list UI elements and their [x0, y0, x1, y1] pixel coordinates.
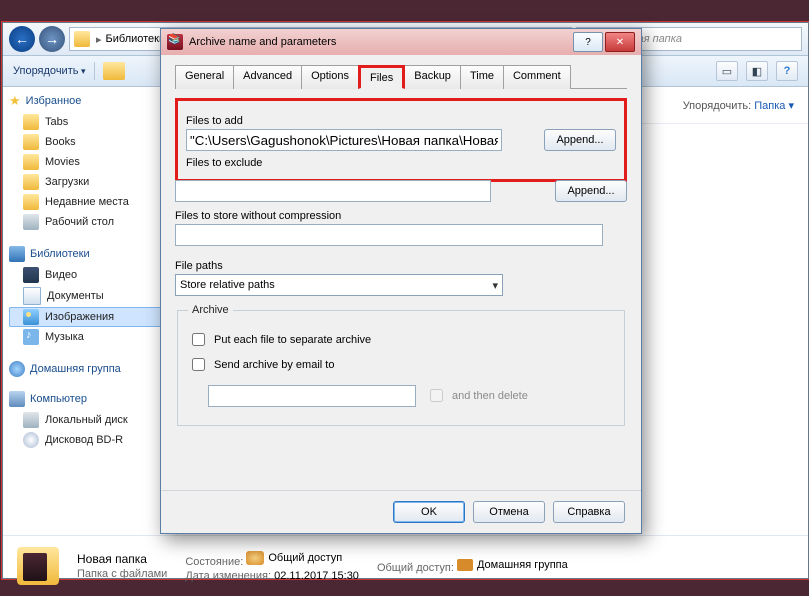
files-to-add-input[interactable] [186, 129, 502, 151]
preview-pane-button[interactable]: ◧ [746, 61, 768, 81]
chk-send-email[interactable]: Send archive by email to [188, 355, 614, 374]
selected-name: Новая папка [77, 552, 167, 566]
drive-icon [23, 412, 39, 428]
crumb-root[interactable]: Библиотеки [104, 33, 168, 45]
sidebar-item-video[interactable]: Видео [9, 265, 176, 285]
dialog-footer: OK Отмена Справка [161, 490, 641, 533]
cancel-button[interactable]: Отмена [473, 501, 545, 523]
status-sharegroup: Домашняя группа [457, 559, 568, 571]
libraries-header[interactable]: Библиотеки [9, 246, 176, 262]
video-icon [23, 267, 39, 283]
status-shared: Общий доступ [246, 551, 342, 565]
view-mode-button[interactable]: ▭ [716, 61, 738, 81]
archive-group: Archive Put each file to separate archiv… [177, 304, 625, 426]
dialog-title: Archive name and parameters [189, 36, 567, 48]
chk-and-delete: and then delete [426, 386, 528, 405]
tab-comment[interactable]: Comment [503, 65, 571, 89]
arrange-dropdown[interactable]: Папка ▾ [754, 100, 794, 112]
library-icon [9, 246, 25, 262]
files-to-add-label: Files to add [186, 115, 616, 127]
arrange-by: Упорядочить: Папка ▾ [683, 99, 794, 112]
file-paths-label: File paths [175, 260, 627, 272]
chk-separate-archive[interactable]: Put each file to separate archive [188, 330, 614, 349]
folder-icon [23, 194, 39, 210]
share-icon [246, 551, 264, 565]
append-files-button[interactable]: Append... [544, 129, 616, 151]
sidebar-item-desktop[interactable]: Рабочий стол [9, 212, 176, 232]
homegroup-icon [457, 559, 473, 571]
tab-general[interactable]: General [175, 65, 234, 89]
desktop-icon [23, 214, 39, 230]
archive-legend: Archive [188, 304, 233, 316]
star-icon: ★ [9, 93, 21, 109]
tab-advanced[interactable]: Advanced [233, 65, 302, 89]
folder-icon [23, 134, 39, 150]
help-button-footer[interactable]: Справка [553, 501, 625, 523]
tab-backup[interactable]: Backup [404, 65, 461, 89]
doc-icon [23, 287, 41, 305]
sidebar-item-bd-drive[interactable]: Дисковод BD-R [9, 430, 176, 450]
files-to-exclude-label: Files to exclude [186, 157, 616, 169]
folder-icon [23, 154, 39, 170]
computer-icon [9, 391, 25, 407]
disc-icon [23, 432, 39, 448]
sidebar-item-tabs[interactable]: Tabs [9, 112, 176, 132]
store-no-compress-label: Files to store without compression [175, 210, 627, 222]
selected-type: Папка с файлами [77, 568, 167, 580]
sidebar-item-local-disk[interactable]: Локальный диск [9, 410, 176, 430]
organize-menu[interactable]: Упорядочить [13, 65, 86, 77]
sidebar-item-books[interactable]: Books [9, 132, 176, 152]
picture-icon [23, 309, 39, 325]
homegroup-header[interactable]: Домашняя группа [9, 361, 176, 377]
tab-files[interactable]: Files [358, 65, 405, 89]
homegroup-icon [9, 361, 25, 377]
help-button[interactable]: ? [573, 32, 603, 52]
archive-dialog: Archive name and parameters ? ✕ General … [160, 28, 642, 534]
status-bar: Новая папка Папка с файлами Состояние Об… [3, 535, 808, 596]
selected-folder-icon [17, 547, 59, 585]
open-button[interactable] [103, 62, 125, 80]
store-no-compress-input[interactable] [175, 224, 603, 246]
ok-button[interactable]: OK [393, 501, 465, 523]
append-exclude-button[interactable]: Append... [555, 180, 627, 202]
music-icon [23, 329, 39, 345]
folder-icon [23, 114, 39, 130]
files-to-add-highlight: Files to add Append... Files to exclude [175, 98, 627, 182]
favorites-header[interactable]: ★Избранное [9, 93, 176, 109]
folder-icon [74, 31, 90, 47]
help-button[interactable]: ? [776, 61, 798, 81]
files-to-exclude-input[interactable] [175, 180, 491, 202]
navigation-pane: ★Избранное Tabs Books Movies Загрузки Не… [3, 87, 177, 535]
tab-time[interactable]: Time [460, 65, 504, 89]
folder-icon [23, 174, 39, 190]
winrar-icon [167, 34, 183, 50]
email-input[interactable] [208, 385, 416, 407]
sidebar-item-downloads[interactable]: Загрузки [9, 172, 176, 192]
dialog-titlebar[interactable]: Archive name and parameters ? ✕ [161, 29, 641, 55]
sidebar-item-pictures[interactable]: Изображения [9, 307, 176, 327]
status-date: 02.11.2017 15:30 [274, 570, 359, 582]
sidebar-item-music[interactable]: Музыка [9, 327, 176, 347]
file-paths-select[interactable]: Store relative paths [175, 274, 503, 296]
computer-header[interactable]: Компьютер [9, 391, 176, 407]
tab-options[interactable]: Options [301, 65, 359, 89]
tabs: General Advanced Options Files Backup Ti… [175, 64, 627, 89]
forward-button[interactable]: → [39, 26, 65, 52]
back-button[interactable]: ← [9, 26, 35, 52]
sidebar-item-movies[interactable]: Movies [9, 152, 176, 172]
close-button[interactable]: ✕ [605, 32, 635, 52]
sidebar-item-recent[interactable]: Недавние места [9, 192, 176, 212]
sidebar-item-documents[interactable]: Документы [9, 285, 176, 307]
